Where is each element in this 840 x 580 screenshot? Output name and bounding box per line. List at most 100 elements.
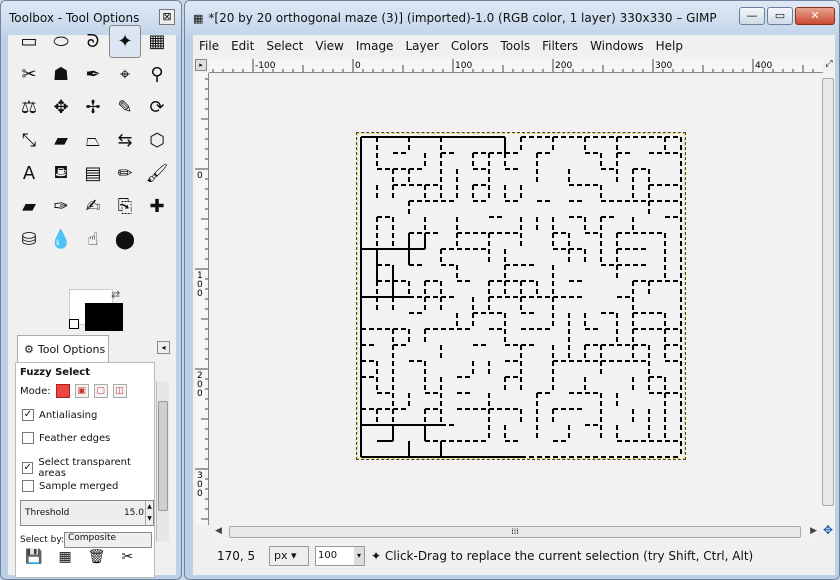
background-color-swatch[interactable] (85, 303, 123, 331)
menu-filters[interactable]: Filters (536, 37, 584, 57)
menu-colors[interactable]: Colors (445, 37, 495, 57)
eraser-icon[interactable]: ▰ (13, 190, 45, 223)
mode-replace-button[interactable] (55, 384, 70, 398)
crop-icon[interactable]: ✎ (109, 91, 141, 124)
window-controls: — ▭ ✕ (739, 7, 835, 25)
paths-icon[interactable]: ✒ (77, 58, 109, 91)
antialiasing-checkbox[interactable]: ✓ (22, 409, 34, 421)
maximize-icon[interactable]: ▭ (767, 7, 793, 25)
cage-icon[interactable]: ⬡ (141, 124, 173, 157)
feather-edges-checkbox[interactable] (22, 432, 34, 444)
minimize-icon[interactable]: — (739, 7, 765, 25)
heal-icon[interactable]: ✚ (141, 190, 173, 223)
image-title: *[20 by 20 orthogonal maze (3)] (importe… (208, 11, 717, 25)
sample-merged-label: Sample merged (39, 480, 119, 492)
rotate-icon[interactable]: ⟳ (141, 91, 173, 124)
image-titlebar[interactable]: ▦ *[20 by 20 orthogonal maze (3)] (impor… (185, 1, 839, 35)
tool-options-panel: Fuzzy Select Mode: ▣ ▢ ◫ ✓ Antialiasing … (15, 362, 155, 578)
delete-options-icon[interactable]: 🗑 (88, 549, 106, 565)
ruler-h-label: 0 (355, 61, 361, 71)
pencil-icon[interactable]: ✏ (109, 157, 141, 190)
options-scroll-thumb[interactable] (158, 401, 168, 511)
free-select-icon[interactable]: ᘐ (77, 25, 109, 58)
flip-icon[interactable]: ⇆ (109, 124, 141, 157)
measure-icon[interactable]: ⚖ (13, 91, 45, 124)
scissors-select-icon[interactable]: ✂ (13, 58, 45, 91)
zoom-select[interactable]: 100 ▾ (315, 546, 365, 566)
options-bottom-bar: 💾 ▦ 🗑 ✂ (25, 549, 133, 565)
save-options-icon[interactable]: 💾 (25, 549, 42, 565)
horizontal-scroll-thumb[interactable]: ⁞⁞⁞ (229, 526, 801, 538)
tab-tool-options[interactable]: ⚙ Tool Options (17, 335, 109, 363)
zoom-icon[interactable]: ⚲ (141, 58, 173, 91)
foreground-select-icon[interactable]: ☗ (45, 58, 77, 91)
perspective-clone-icon[interactable]: ⛁ (13, 223, 45, 256)
threshold-slider[interactable]: Threshold 15.0 ▲ ▼ (20, 500, 154, 526)
close-icon[interactable]: ⊠ (159, 9, 175, 25)
maze-image[interactable] (356, 132, 686, 460)
menu-image[interactable]: Image (350, 37, 400, 57)
align-icon[interactable]: ✢ (77, 91, 109, 124)
fuzzy-select-icon[interactable]: ✦ (109, 25, 141, 58)
perspective-icon[interactable]: ⏢ (77, 124, 109, 157)
color-select-icon[interactable]: ▦ (141, 25, 173, 58)
zoom-fit-icon[interactable]: ⤢ (823, 59, 835, 73)
close-window-icon[interactable]: ✕ (795, 7, 835, 25)
menu-tools[interactable]: Tools (495, 37, 537, 57)
options-scrollbar[interactable] (156, 381, 169, 541)
select-transparent-checkbox[interactable]: ✓ (22, 462, 34, 474)
menu-file[interactable]: File (193, 37, 225, 57)
zoom-dropdown-icon[interactable]: ▾ (354, 547, 364, 565)
rect-select-icon[interactable]: ▭ (13, 25, 45, 58)
mode-intersect-button[interactable]: ◫ (112, 384, 127, 398)
vertical-scrollbar[interactable] (821, 73, 835, 529)
canvas-area[interactable] (210, 74, 822, 524)
scale-icon[interactable]: ⤡ (13, 124, 45, 157)
hint-text: Click-Drag to replace the current select… (384, 549, 754, 563)
smudge-icon[interactable]: ☝ (77, 223, 109, 256)
ellipse-select-icon[interactable]: ⬭ (45, 25, 77, 58)
scroll-left-icon[interactable]: ◀ (215, 526, 222, 536)
toolbox-title: Toolbox - Tool Options (9, 11, 140, 25)
unit-select[interactable]: px ▾ (269, 546, 309, 566)
status-hint: ✦ Click-Drag to replace the current sele… (371, 549, 753, 563)
scroll-right-icon[interactable]: ▶ (810, 526, 817, 536)
bucket-fill-icon[interactable]: ⛾ (45, 157, 77, 190)
transparent-row: ✓ Select transparent areas (22, 457, 154, 479)
dodge-burn-icon[interactable]: ⬤ (109, 223, 141, 256)
menu-view[interactable]: View (309, 37, 349, 57)
menu-help[interactable]: Help (650, 37, 689, 57)
reset-options-icon[interactable]: ✂ (121, 549, 133, 565)
blur-icon[interactable]: 💧 (45, 223, 77, 256)
vertical-ruler[interactable]: 0100200300 (195, 73, 209, 525)
menu-edit[interactable]: Edit (225, 37, 260, 57)
menu-layer[interactable]: Layer (399, 37, 444, 57)
quick-mask-icon[interactable]: ▸ (195, 59, 207, 71)
default-colors-icon[interactable] (69, 319, 79, 329)
mode-add-button[interactable]: ▣ (74, 384, 89, 398)
threshold-spinner[interactable]: ▲ ▼ (145, 501, 153, 525)
blend-icon[interactable]: ▤ (77, 157, 109, 190)
mode-subtract-button[interactable]: ▢ (93, 384, 108, 398)
text-icon[interactable]: A (13, 157, 45, 190)
move-icon[interactable]: ✥ (45, 91, 77, 124)
airbrush-icon[interactable]: ✑ (45, 190, 77, 223)
select-by-combo[interactable]: Composite (64, 532, 152, 548)
horizontal-scrollbar[interactable]: ◀ ⁞⁞⁞ ▶ (213, 525, 819, 539)
horizontal-ruler[interactable]: -100 0 100 200 300 400 (209, 59, 823, 73)
menu-select[interactable]: Select (260, 37, 309, 57)
swap-colors-icon[interactable]: ⇄ (111, 288, 120, 301)
ink-icon[interactable]: ✍ (77, 190, 109, 223)
menu-windows[interactable]: Windows (584, 37, 650, 57)
sample-merged-checkbox[interactable] (22, 480, 34, 492)
restore-options-icon[interactable]: ▦ (58, 549, 71, 565)
mode-row: Mode: ▣ ▢ ◫ (20, 384, 127, 398)
vertical-scroll-thumb[interactable] (822, 78, 834, 506)
tab-menu-icon[interactable]: ◂ (157, 341, 170, 354)
tool-palette: ▭ ⬭ ᘐ ✦ ▦ ✂ ☗ ✒ ⌖ ⚲ ⚖ ✥ ✢ ✎ ⟳ ⤡ ▰ ⏢ ⇆ ⬡ A ⛾ ▤ ✏ 🖌 ▰ ✑ ✍ ⎘ ✚ ⛁ 💧 ☝ ⬤ (13, 25, 173, 256)
clone-icon[interactable]: ⎘ (109, 190, 141, 223)
navigate-icon[interactable]: ✥ (821, 523, 835, 537)
shear-icon[interactable]: ▰ (45, 124, 77, 157)
color-picker-icon[interactable]: ⌖ (109, 58, 141, 91)
paintbrush-icon[interactable]: 🖌 (141, 157, 173, 190)
